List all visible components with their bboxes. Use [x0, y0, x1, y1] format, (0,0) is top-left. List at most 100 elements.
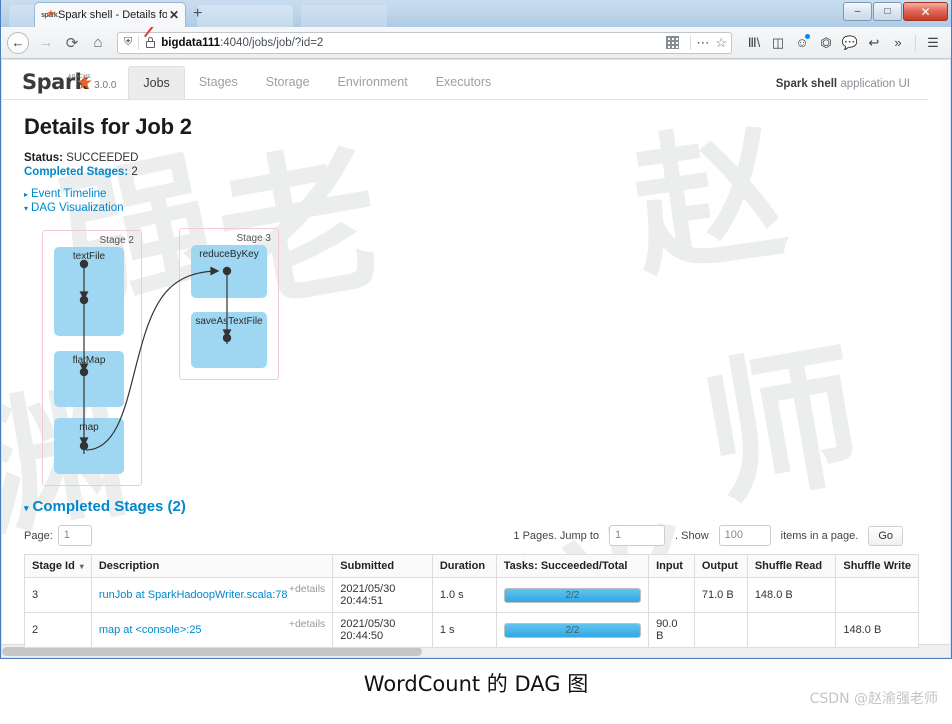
dag-visualization-panel: Stage 2 Stage 3 textFile flatMap map red…: [28, 226, 458, 488]
library-icon[interactable]: Ⅲ\: [742, 30, 766, 56]
table-row: 2 map at <console>:25 +details 2021/05/3…: [24, 612, 919, 648]
cell-stage-id: 2: [24, 612, 92, 648]
maximize-button[interactable]: □: [873, 2, 902, 21]
pager-top-controls: 1 Pages. Jump to 1 . Show 100 items in a…: [508, 525, 908, 546]
page-actions-icon[interactable]: ⋯: [696, 35, 709, 51]
spark-navbar: APACHE Spark ★ 3.0.0 Jobs Stages Storage…: [2, 60, 928, 100]
qr-icon[interactable]: [666, 36, 680, 49]
nav-item-executors[interactable]: Executors: [422, 66, 506, 99]
divider: [138, 35, 140, 50]
chevron-down-icon: ▾: [24, 503, 29, 513]
completed-stages-section-header[interactable]: ▾ Completed Stages (2): [24, 498, 908, 515]
details-toggle[interactable]: +details: [289, 583, 325, 595]
column-header-description[interactable]: Description: [90, 554, 334, 578]
main-content: Details for Job 2 Status: SUCCEEDED Comp…: [2, 100, 928, 656]
back-icon[interactable]: ←: [7, 31, 29, 54]
browser-tab-spark-shell[interactable]: spark★ Spark shell - Details for Job : ✕: [34, 2, 186, 27]
stage-description-link[interactable]: runJob at SparkHadoopWriter.scala:78: [99, 589, 288, 601]
column-header-stage-id[interactable]: Stage Id ▾: [24, 554, 92, 578]
table-header-row: Stage Id ▾ Description Submitted Duration…: [24, 554, 919, 578]
page-viewport: 强 老 赵 师 强 光 渊 APACHE Spark ★ 3.0.0 Jobs …: [2, 60, 944, 656]
window-controls: – □ ✕: [842, 2, 948, 21]
stage-description-link[interactable]: map at <console>:25: [99, 624, 202, 636]
cell-tasks: 2/2: [495, 577, 650, 613]
cell-input: [648, 577, 695, 613]
account-icon[interactable]: ☺: [790, 30, 814, 56]
event-timeline-toggle[interactable]: ▸ Event Timeline: [24, 188, 908, 200]
table-row: 3 runJob at SparkHadoopWriter.scala:78 +…: [24, 577, 919, 613]
dag-visualization-toggle[interactable]: ▾ DAG Visualization: [24, 202, 908, 214]
page-label: Page:: [24, 529, 53, 542]
sidebar-icon[interactable]: ◫: [766, 30, 790, 56]
cell-input: 90.0 B: [648, 612, 695, 648]
items-in-page-text: items in a page.: [780, 529, 859, 542]
shield-icon[interactable]: ⛨: [124, 36, 132, 49]
background-window-tab: [197, 5, 293, 27]
column-header-duration[interactable]: Duration: [431, 554, 497, 578]
column-header-tasks[interactable]: Tasks: Succeeded/Total: [495, 554, 650, 578]
close-icon[interactable]: ✕: [167, 8, 181, 22]
completed-stages-heading: Completed Stages (2): [32, 498, 186, 515]
close-window-button[interactable]: ✕: [903, 2, 948, 21]
spark-logo[interactable]: APACHE Spark ★ 3.0.0: [2, 72, 128, 99]
column-header-output[interactable]: Output: [693, 554, 748, 578]
csdn-watermark: CSDN @赵渝强老师: [809, 691, 938, 707]
nav-item-storage[interactable]: Storage: [252, 66, 324, 99]
nav-item-environment[interactable]: Environment: [324, 66, 422, 99]
menu-icon[interactable]: ☰: [921, 30, 945, 56]
chat-icon[interactable]: 💬: [838, 30, 862, 56]
details-toggle[interactable]: +details: [289, 618, 325, 630]
nav-item-jobs[interactable]: Jobs: [128, 66, 185, 99]
task-progress-bar: 2/2: [503, 622, 642, 638]
column-header-submitted[interactable]: Submitted: [332, 554, 433, 578]
column-header-shuffle-read[interactable]: Shuffle Read: [746, 554, 837, 578]
divider: [915, 34, 916, 51]
column-label: Stage Id: [32, 560, 75, 572]
column-header-input[interactable]: Input: [648, 554, 695, 578]
spark-version: 3.0.0: [94, 80, 117, 91]
page-input[interactable]: 1: [57, 525, 92, 546]
task-progress-bar: 2/2: [503, 587, 642, 603]
dag-visualization-label: DAG Visualization: [31, 202, 124, 214]
address-bar[interactable]: ⛨ bigdata111:4040/jobs/job/?id=2 ⋯ ☆: [117, 24, 732, 54]
divider: [690, 35, 692, 50]
event-timeline-label: Event Timeline: [31, 188, 107, 200]
column-header-shuffle-write[interactable]: Shuffle Write: [835, 554, 919, 578]
jump-to-input[interactable]: 1: [609, 525, 666, 546]
minimize-button[interactable]: –: [843, 2, 872, 21]
undo-icon[interactable]: ↩: [862, 30, 886, 56]
cell-tasks: 2/2: [495, 612, 650, 648]
overflow-icon[interactable]: »: [886, 30, 910, 56]
application-ui-label: Spark shell application UI: [776, 78, 928, 99]
page-title: Details for Job 2: [24, 114, 192, 139]
new-tab-button[interactable]: +: [193, 5, 202, 23]
screenshot-icon[interactable]: ⏣: [814, 30, 838, 56]
spark-star-icon: ★: [76, 73, 94, 94]
url-host: bigdata111: [161, 36, 221, 49]
tab-title: Spark shell - Details for Job :: [58, 9, 167, 21]
cell-description: map at <console>:25 +details: [90, 612, 334, 648]
reload-icon[interactable]: ⟳: [59, 30, 85, 56]
task-progress-label: 2/2: [565, 589, 580, 601]
forward-icon[interactable]: →: [33, 30, 59, 56]
cell-description: runJob at SparkHadoopWriter.scala:78 +de…: [90, 577, 334, 613]
vertical-scrollbar[interactable]: [942, 60, 950, 656]
background-window-tab: [301, 5, 387, 27]
completed-stages-value: 2: [131, 166, 138, 178]
bookmark-star-icon[interactable]: ☆: [715, 35, 727, 51]
go-button[interactable]: Go: [868, 525, 903, 546]
tab-strip: spark★ Spark shell - Details for Job : ✕…: [1, 0, 951, 27]
nav-item-stages[interactable]: Stages: [185, 66, 252, 99]
application-name: Spark shell: [775, 78, 838, 90]
cell-output: 71.0 B: [693, 577, 748, 613]
pages-text: 1 Pages. Jump to: [513, 529, 600, 542]
pager-top: Page: 1 1 Pages. Jump to 1 . Show 100 it…: [24, 525, 908, 546]
broken-lock-icon[interactable]: [144, 24, 156, 49]
address-bar-actions: ⋯ ☆: [666, 35, 727, 51]
cell-stage-id: 3: [24, 577, 92, 613]
cell-shuffle-read: 148.0 B: [746, 577, 837, 613]
show-items-input[interactable]: 100: [718, 525, 771, 546]
status-label: Status:: [24, 152, 63, 164]
cell-shuffle-write: [835, 577, 919, 613]
home-icon[interactable]: ⌂: [85, 30, 111, 56]
